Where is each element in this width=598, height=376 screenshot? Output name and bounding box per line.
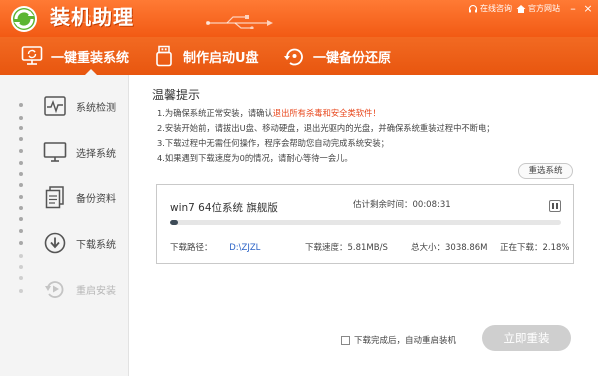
step-dot — [19, 254, 23, 258]
download-icon — [44, 232, 66, 254]
tab-one-key-reinstall[interactable]: 一键重装系统 — [21, 37, 130, 76]
monitor-refresh-icon — [21, 46, 43, 65]
official-site-link[interactable]: 官方网站 — [516, 3, 560, 14]
step-dot — [19, 116, 23, 120]
step-dot — [19, 126, 23, 130]
usb-drive-icon — [156, 45, 172, 67]
online-help-link[interactable]: 在线咨询 — [468, 3, 512, 14]
step-sidebar — [0, 75, 129, 376]
notice-line-1-prefix: 1.为确保系统正常安装，请确认 — [157, 108, 273, 118]
step-dot — [19, 137, 23, 141]
download-panel: win7 64位系统 旗舰版 估计剩余时间：00:08:31 下载路径： D:\… — [156, 184, 574, 264]
notice-line-2: 2.安装开始前，请拔出U盘、移动硬盘，退出光驱内的光盘，并确保系统重装过程中不断… — [157, 123, 495, 133]
step-system-check: 系统检测 — [43, 94, 116, 118]
download-path: 下载路径： D:\ZJZL — [170, 241, 260, 253]
auto-restart-checkbox[interactable] — [341, 335, 350, 345]
official-site-label: 官方网站 — [528, 4, 560, 13]
restart-icon — [45, 281, 64, 298]
home-icon — [516, 4, 526, 13]
notice-line-3: 3.下载过程中无需任何操作，程序会帮助您自动完成系统安装； — [157, 138, 389, 148]
download-path-value[interactable]: D:\ZJZL — [229, 243, 260, 253]
notice-title: 温馨提示 — [152, 88, 201, 102]
pulse-monitor-icon — [44, 96, 66, 116]
step-select-system: 选择系统 — [43, 140, 116, 164]
step-dot — [19, 229, 23, 233]
step-dot — [19, 206, 23, 210]
step-download-system: 下载系统 — [43, 231, 116, 255]
pause-icon — [556, 203, 558, 209]
tab-make-boot-usb[interactable]: 制作启动U盘 — [153, 37, 259, 75]
auto-restart-label: 下载完成后，自动重启装机 — [354, 336, 457, 346]
tab-label: 一键重装系统 — [51, 50, 130, 66]
download-speed: 下载速度：5.81MB/S — [305, 243, 388, 253]
usb-symbol-icon — [206, 15, 273, 29]
backup-restore-icon — [284, 48, 303, 66]
notice-warning-text: 退出所有杀毒和安全类软件！ — [272, 108, 381, 118]
headset-icon — [468, 4, 478, 12]
step-dot — [19, 289, 23, 293]
step-dot — [19, 195, 23, 199]
app-title-reflection: 装机助理 — [50, 13, 134, 25]
step-dot — [19, 161, 23, 165]
download-progress-fill — [170, 220, 178, 225]
step-label: 下载系统 — [76, 239, 116, 251]
install-now-button[interactable]: 立即重装 — [482, 325, 571, 351]
desktop-icon — [43, 142, 67, 162]
pause-icon — [552, 203, 554, 209]
step-dot — [19, 183, 23, 187]
download-progress-bar — [170, 220, 561, 225]
tab-backup-restore[interactable]: 一键备份还原 — [283, 37, 391, 75]
close-button[interactable]: × — [582, 3, 594, 15]
step-dot — [19, 241, 23, 245]
step-dot — [19, 276, 23, 280]
notice-line-4: 4.如果遇到下载速度为0的情况，请耐心等待一会儿。 — [157, 153, 353, 163]
auto-restart-option[interactable]: 下载完成后，自动重启装机 — [341, 334, 456, 346]
minimize-button[interactable]: – — [567, 3, 579, 15]
download-path-label: 下载路径： — [170, 243, 213, 253]
step-label: 备份资料 — [76, 193, 116, 205]
download-percent: 正在下载：2.18% — [500, 243, 570, 253]
online-help-label: 在线咨询 — [480, 4, 512, 13]
title-bar: 装机助理 装机助理 在线咨询 官方网站 – × — [0, 0, 598, 37]
tab-label: 制作启动U盘 — [183, 50, 259, 66]
documents-icon — [45, 186, 64, 209]
notice-line-1: 1.为确保系统正常安装，请确认退出所有杀毒和安全类软件！ — [157, 107, 381, 119]
step-dot — [19, 172, 23, 176]
step-dot — [19, 149, 23, 153]
system-name: win7 64位系统 旗舰版 — [170, 202, 278, 214]
total-size: 总大小：3038.86M — [411, 243, 488, 253]
reselect-system-button[interactable]: 重选系统 — [518, 163, 573, 179]
step-label: 重启安装 — [76, 285, 116, 297]
step-backup-data: 备份资料 — [43, 185, 116, 209]
step-dot — [19, 265, 23, 269]
app-logo-icon — [11, 6, 37, 32]
step-label: 选择系统 — [76, 148, 116, 160]
main-tab-bar: 一键重装系统 制作启动U盘 一键备份还原 — [0, 37, 598, 76]
step-dot — [19, 217, 23, 221]
step-restart-install: 重启安装 — [43, 277, 116, 301]
step-label: 系统检测 — [76, 102, 116, 114]
tab-label: 一键备份还原 — [313, 50, 392, 66]
step-dot — [19, 103, 23, 107]
pause-button[interactable] — [549, 200, 561, 212]
time-remaining: 估计剩余时间：00:08:31 — [353, 200, 451, 210]
